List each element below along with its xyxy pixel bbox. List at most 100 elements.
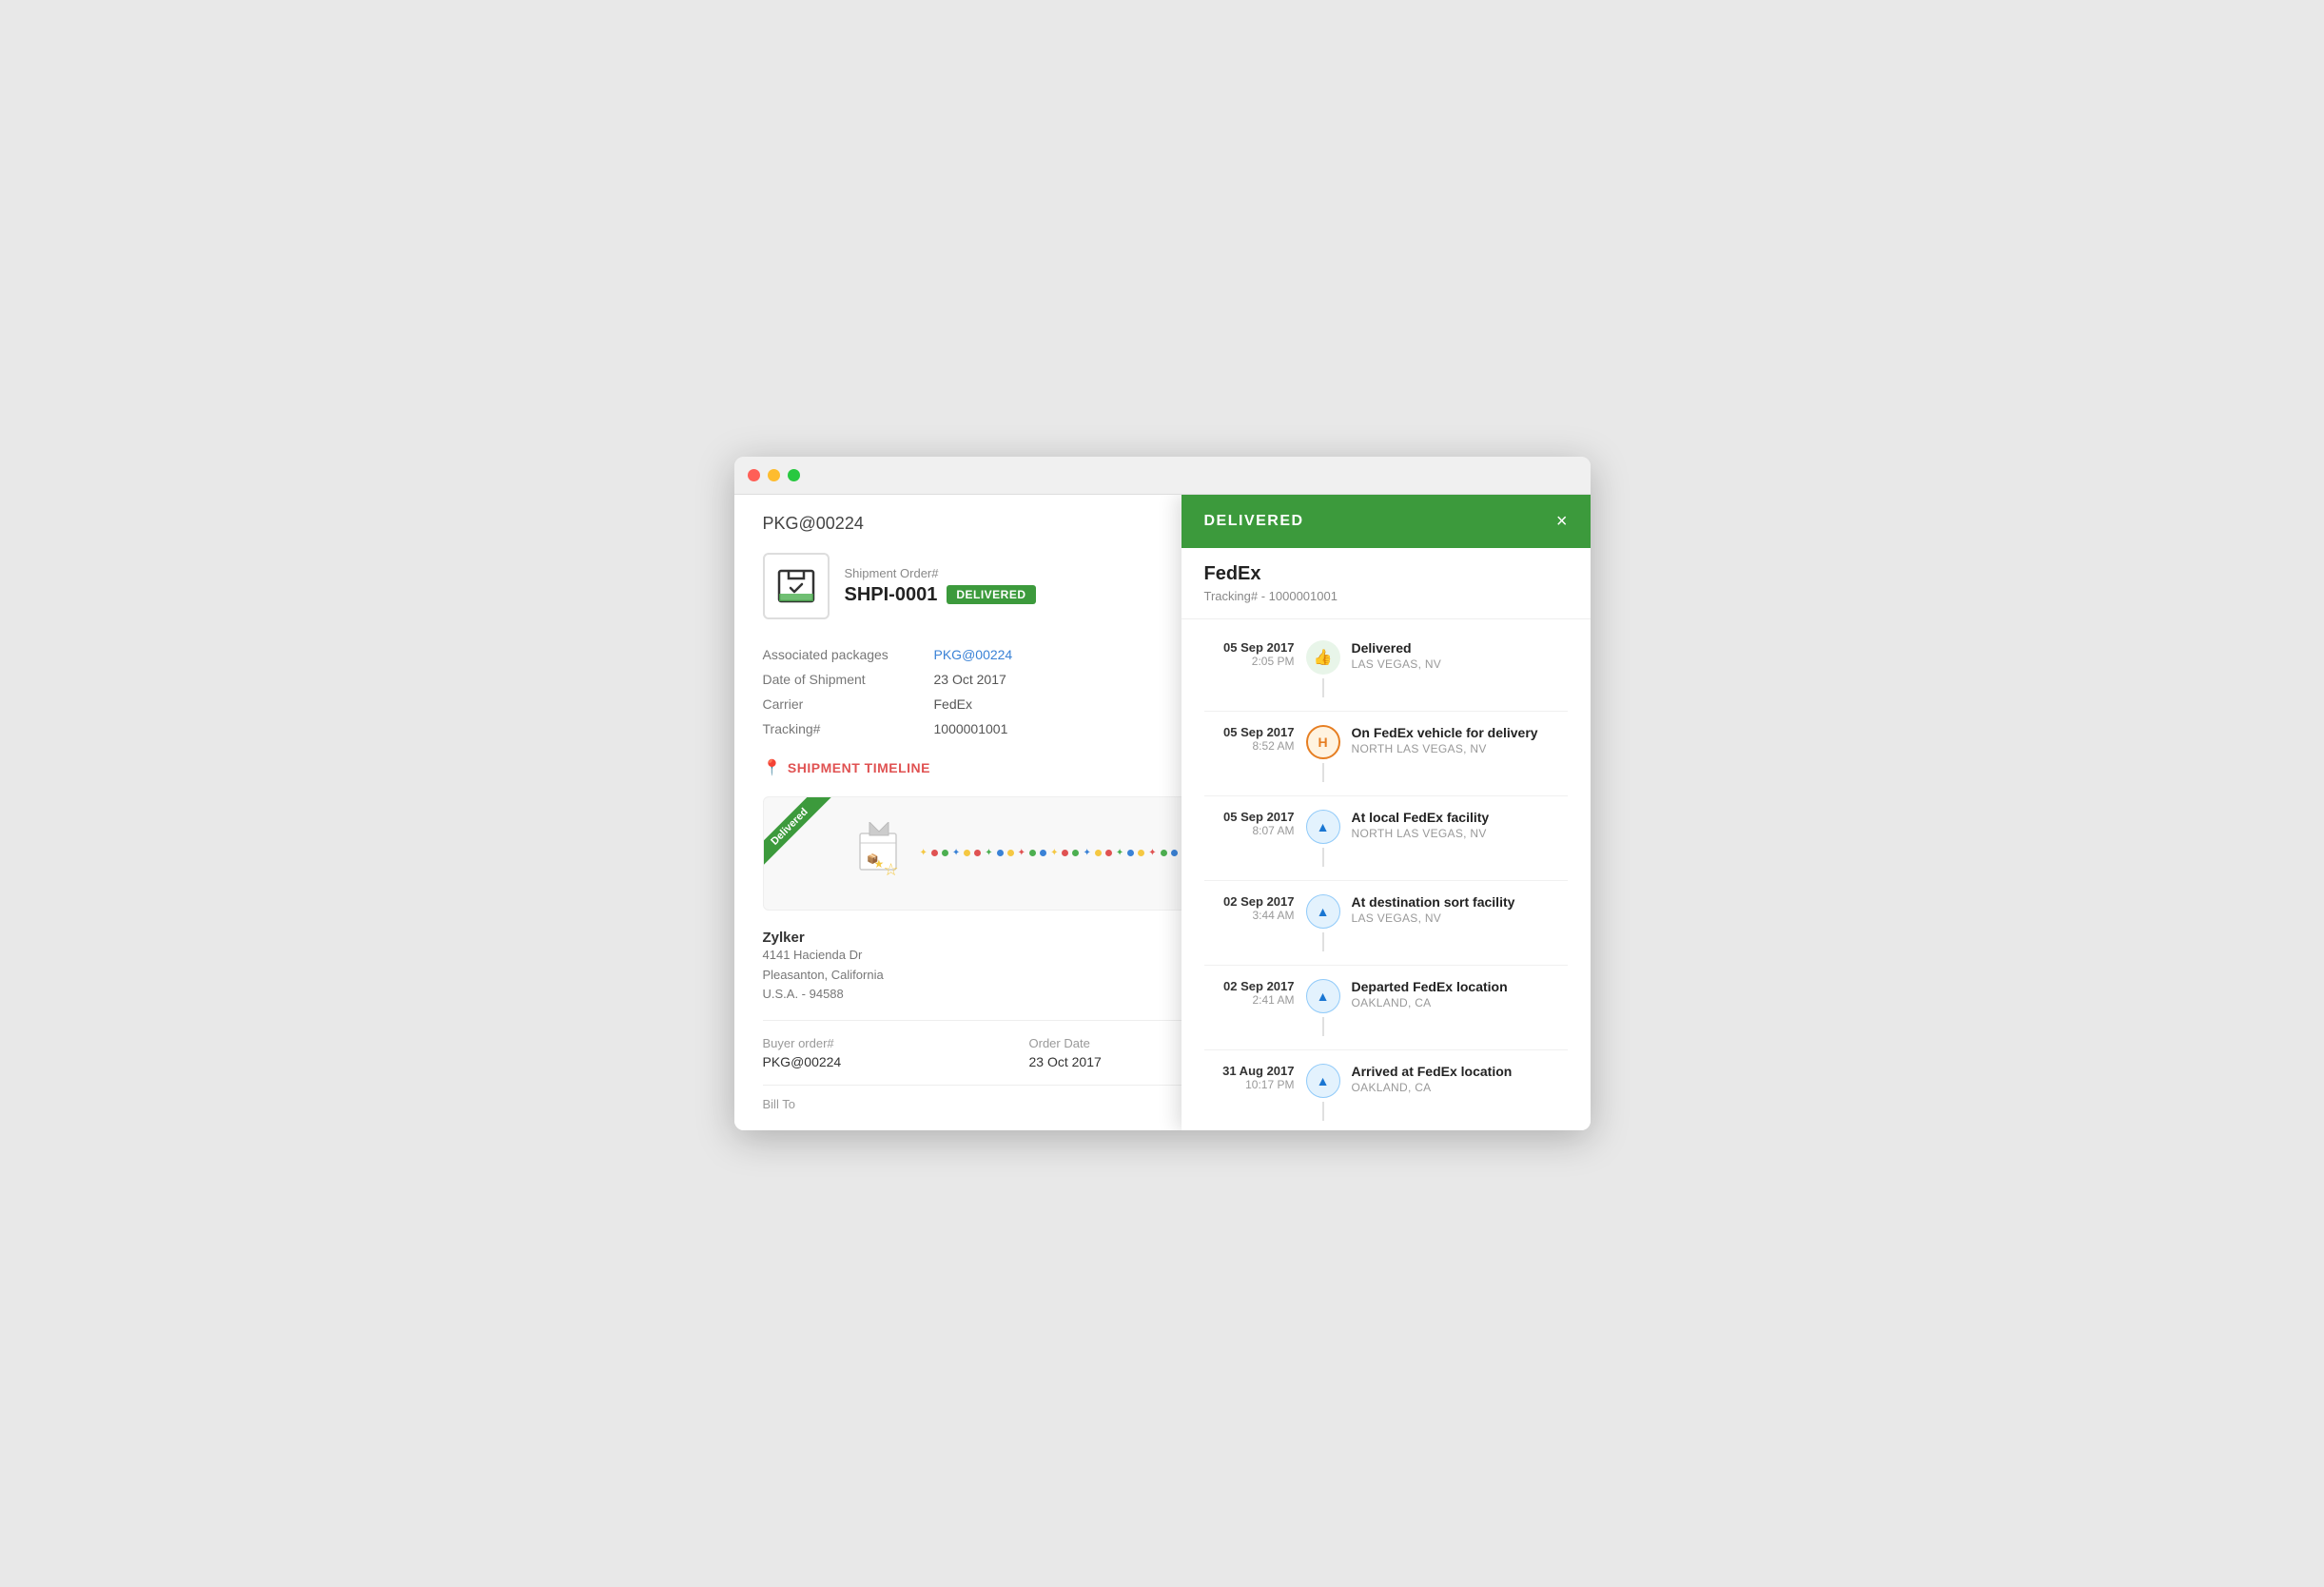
timeline-item: 05 Sep 20178:07 AM ▲ At local FedEx facili… xyxy=(1204,796,1568,881)
carrier-name: FedEx xyxy=(1204,563,1568,585)
timeline-icon-col: ▲ xyxy=(1306,979,1340,1036)
timeline-time: 10:17 PM xyxy=(1204,1078,1295,1091)
timeline-connector xyxy=(1322,678,1324,697)
timeline-date-col: 31 Aug 201710:17 PM xyxy=(1204,1064,1295,1091)
shipment-order-row: SHPI-0001 DELIVERED xyxy=(845,584,1036,606)
timeline-item: 02 Sep 20172:41 AM ▲ Departed FedEx locati… xyxy=(1204,966,1568,1050)
timeline-icon-col: ▲ xyxy=(1306,810,1340,867)
timeline-time: 8:52 AM xyxy=(1204,739,1295,753)
timeline-content-col: Arrived at FedEx location OAKLAND, CA xyxy=(1352,1064,1568,1094)
timeline-event-icon: ▲ xyxy=(1306,1064,1340,1098)
timeline-connector xyxy=(1322,932,1324,951)
field-label: Associated packages xyxy=(763,642,934,667)
timeline-icon-col: 👍 xyxy=(1306,640,1340,697)
timeline-dot: ✦ xyxy=(920,848,928,858)
timeline-dot xyxy=(1040,850,1046,856)
timeline-event-icon: H xyxy=(1306,725,1340,759)
timeline-dot xyxy=(942,850,948,856)
delivered-ribbon: Delivered xyxy=(764,797,859,892)
tracking-number: Tracking# - 1000001001 xyxy=(1204,589,1568,603)
timeline-date: 02 Sep 2017 xyxy=(1204,979,1295,993)
timeline-location: OAKLAND, CA xyxy=(1352,1081,1568,1094)
timeline-item: 02 Sep 20173:44 AM ▲ At destination sort f… xyxy=(1204,881,1568,966)
field-label: Tracking# xyxy=(763,716,934,741)
timeline-dot: ✦ xyxy=(1116,848,1123,858)
pin-icon: 📍 xyxy=(763,758,782,777)
timeline-date: 05 Sep 2017 xyxy=(1204,725,1295,739)
shipment-id: SHPI-0001 xyxy=(845,584,938,606)
timeline-event: Arrived at FedEx location xyxy=(1352,1064,1568,1079)
timeline-event: On FedEx vehicle for delivery xyxy=(1352,725,1568,740)
timeline-date: 31 Aug 2017 xyxy=(1204,1064,1295,1078)
timeline-event-icon: 👍 xyxy=(1306,640,1340,675)
timeline-icon-col: ▲ xyxy=(1306,1064,1340,1121)
timeline-icon-col: H xyxy=(1306,725,1340,782)
timeline-connector xyxy=(1322,1102,1324,1121)
close-button[interactable] xyxy=(748,469,760,481)
shipment-icon xyxy=(763,553,830,619)
shipment-info-header: Shipment Order# SHPI-0001 DELIVERED xyxy=(845,566,1036,606)
timeline-dot: ✦ xyxy=(1050,848,1058,858)
timeline-date-col: 02 Sep 20173:44 AM xyxy=(1204,894,1295,922)
right-panel: DELIVERED × FedEx Tracking# - 1000001001… xyxy=(1182,495,1591,1130)
timeline-date-col: 05 Sep 20172:05 PM xyxy=(1204,640,1295,668)
timeline-time: 2:05 PM xyxy=(1204,655,1295,668)
timeline-dot: ✦ xyxy=(952,848,960,858)
star-small: ★ xyxy=(874,857,885,871)
timeline-icon-col: ▲ xyxy=(1306,894,1340,951)
field-label: Carrier xyxy=(763,692,934,716)
timeline-date-col: 02 Sep 20172:41 AM xyxy=(1204,979,1295,1007)
shipment-order-label: Shipment Order# xyxy=(845,566,1036,580)
timeline-dot: ✦ xyxy=(1083,848,1090,858)
status-badge: DELIVERED xyxy=(947,585,1035,604)
timeline-content-col: At local FedEx facility NORTH LAS VEGAS, … xyxy=(1352,810,1568,840)
timeline-dot: ✦ xyxy=(1148,848,1156,858)
timeline-location: NORTH LAS VEGAS, NV xyxy=(1352,742,1568,755)
timeline-date-col: 05 Sep 20178:52 AM xyxy=(1204,725,1295,753)
timeline-location: LAS VEGAS, NV xyxy=(1352,911,1568,925)
timeline-content-col: Departed FedEx location OAKLAND, CA xyxy=(1352,979,1568,1009)
timeline-content-col: On FedEx vehicle for delivery NORTH LAS V… xyxy=(1352,725,1568,755)
close-panel-button[interactable]: × xyxy=(1556,512,1568,531)
timeline-location: OAKLAND, CA xyxy=(1352,996,1568,1009)
timeline-time: 8:07 AM xyxy=(1204,824,1295,837)
panel-header: DELIVERED × xyxy=(1182,495,1591,548)
timeline-connector xyxy=(1322,763,1324,782)
field-label: Date of Shipment xyxy=(763,667,934,692)
timeline-connector xyxy=(1322,1017,1324,1036)
timeline-item: 31 Aug 201710:17 PM ▲ Arrived at FedEx loc… xyxy=(1204,1050,1568,1130)
timeline-event-icon: ▲ xyxy=(1306,810,1340,844)
timeline-dot: ✦ xyxy=(985,848,992,858)
panel-title: DELIVERED xyxy=(1204,513,1304,530)
timeline-item: 05 Sep 20178:52 AM H On FedEx vehicle for … xyxy=(1204,712,1568,796)
timeline-date: 05 Sep 2017 xyxy=(1204,810,1295,824)
timeline-event-icon: ▲ xyxy=(1306,979,1340,1013)
timeline-time: 2:41 AM xyxy=(1204,993,1295,1007)
timeline-event-icon: ▲ xyxy=(1306,894,1340,929)
timeline-date-col: 05 Sep 20178:07 AM xyxy=(1204,810,1295,837)
package-svg-icon xyxy=(773,563,819,609)
timeline-item: 05 Sep 20172:05 PM👍DeliveredLAS VEGAS, N… xyxy=(1204,627,1568,712)
timeline-dot xyxy=(1161,850,1167,856)
minimize-button[interactable] xyxy=(768,469,780,481)
timeline-location: NORTH LAS VEGAS, NV xyxy=(1352,827,1568,840)
timeline-time: 3:44 AM xyxy=(1204,909,1295,922)
timeline-content-col: At destination sort facilityLAS VEGAS, N… xyxy=(1352,894,1568,925)
timeline-dot: ✦ xyxy=(1018,848,1025,858)
timeline-event: At local FedEx facility xyxy=(1352,810,1568,825)
timeline-dot xyxy=(974,850,981,856)
order-detail-label: Buyer order# xyxy=(763,1036,1029,1050)
timeline-location: LAS VEGAS, NV xyxy=(1352,657,1568,671)
timeline-dot xyxy=(1171,850,1178,856)
timeline-date: 05 Sep 2017 xyxy=(1204,640,1295,655)
window-body: PKG@00224 Shipment Order# SHPI-0001 DELI… xyxy=(734,495,1591,1130)
timeline-dot xyxy=(1105,850,1112,856)
timeline-dot xyxy=(1062,850,1068,856)
timeline-connector xyxy=(1322,848,1324,867)
main-window: PKG@00224 Shipment Order# SHPI-0001 DELI… xyxy=(734,457,1591,1130)
timeline-event: Departed FedEx location xyxy=(1352,979,1568,994)
maximize-button[interactable] xyxy=(788,469,800,481)
titlebar xyxy=(734,457,1591,495)
timeline-dot xyxy=(1007,850,1014,856)
timeline-dot xyxy=(1029,850,1036,856)
